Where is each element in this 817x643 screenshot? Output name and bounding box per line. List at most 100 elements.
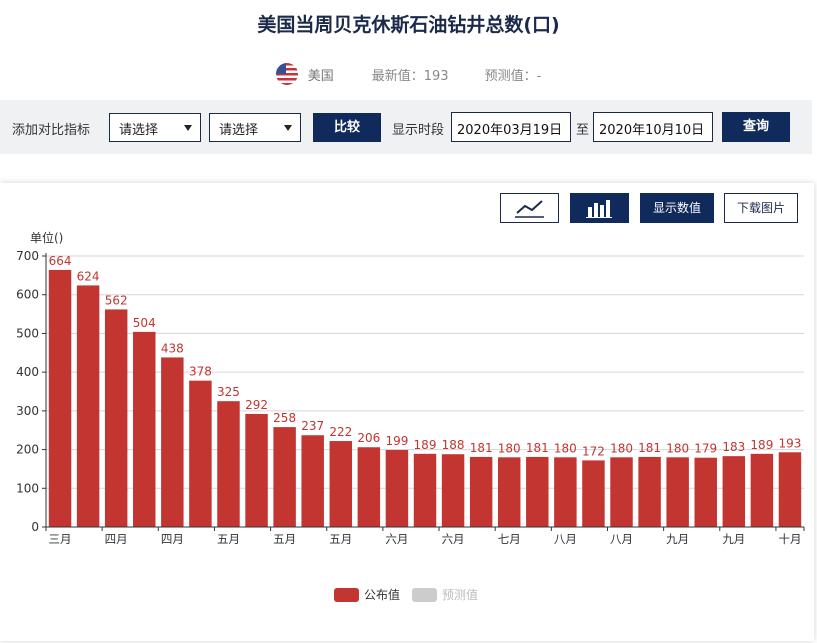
y-tick-label: 100 [16,481,39,495]
bar-value-label: 189 [750,438,773,452]
x-tick-label: 九月 [666,532,689,546]
query-button[interactable]: 查询 [722,112,790,142]
bar[interactable] [497,457,521,527]
bar[interactable] [610,457,633,527]
bar[interactable] [778,452,802,527]
indicator-select-2[interactable]: 请选择 [209,113,301,142]
y-axis-label: 单位() [30,230,63,245]
y-tick-label: 0 [31,520,39,534]
bar-value-label: 664 [49,254,72,268]
x-tick-label: 五月 [273,532,296,546]
bar[interactable] [161,357,184,527]
x-tick-label: 六月 [442,532,465,546]
bar-value-label: 438 [161,341,184,355]
download-image-button[interactable]: 下载图片 [724,193,798,223]
x-tick-label: 四月 [105,532,128,546]
compare-button[interactable]: 比较 [313,113,381,142]
x-tick-label: 四月 [161,532,184,546]
bar-value-label: 181 [638,441,661,455]
bar[interactable] [582,460,605,527]
bar[interactable] [273,427,296,527]
bar-value-label: 206 [357,431,380,445]
y-tick-label: 600 [16,288,39,302]
bar[interactable] [133,331,156,527]
bar-value-label: 292 [245,398,268,412]
line-chart-icon [515,200,544,218]
bar-value-label: 180 [610,441,633,455]
legend-label[interactable]: 预测值 [442,587,478,602]
bar-value-label: 378 [189,365,212,379]
start-date-input[interactable]: 2020年03月19日 [451,112,571,142]
to-label: 至 [576,123,590,138]
x-tick-label: 六月 [385,532,408,546]
x-tick-label: 十月 [778,532,801,546]
line-chart-button[interactable] [500,193,559,223]
bar-value-label: 179 [694,442,717,456]
meta-country: 美国 [307,68,334,84]
bar[interactable] [357,447,381,527]
end-date-input[interactable]: 2020年10月10日 [593,112,713,142]
x-tick-label: 八月 [610,532,633,546]
bar[interactable] [638,456,661,527]
bar[interactable] [329,441,353,527]
bar[interactable] [301,435,324,527]
bar-chart: 单位() 664 624 562 504 438 378 325 292 258 237 222 20… [16,230,805,602]
bar-value-label: 183 [722,440,745,454]
chart-panel: 显示数值 下载图片 单位() 664 624 562 504 438 378 325 292 2… [0,183,814,641]
bar[interactable] [469,456,493,527]
bar-value-label: 325 [217,385,240,399]
show-values-button[interactable]: 显示数值 [640,193,714,223]
compare-label: 添加对比指标 [12,123,91,138]
bar-value-label: 222 [329,425,352,439]
y-tick-label: 500 [16,326,39,340]
bar[interactable] [245,413,268,527]
indicator-select-1[interactable]: 请选择 [109,113,201,142]
bar[interactable] [554,457,577,527]
legend-swatch[interactable] [412,588,437,602]
forecast-value: - [536,68,542,84]
legend-label[interactable]: 公布值 [364,587,400,602]
bar-chart-icon [586,200,612,218]
bar[interactable] [385,449,409,527]
bar-value-label: 193 [779,436,802,450]
y-tick-label: 300 [16,404,39,418]
bar-value-label: 172 [582,444,605,458]
bar-value-label: 189 [414,438,437,452]
bar[interactable] [722,456,746,527]
bar-value-label: 199 [385,434,408,448]
legend-swatch[interactable] [334,588,359,602]
x-tick-label: 八月 [554,532,577,546]
meta-forecast: 预测值：- [484,68,542,84]
bar[interactable] [666,457,689,527]
bar-value-label: 180 [554,441,577,455]
bar-value-label: 180 [666,441,689,455]
bar-value-label: 504 [133,316,156,330]
dropdown-caret-icon [184,125,192,131]
page-title: 美国当周贝克休斯石油钻井总数(口) [257,14,560,36]
bar-chart-button[interactable] [570,193,629,223]
x-tick-label: 五月 [329,532,352,546]
bar-value-label: 181 [526,441,549,455]
bar-value-label: 181 [470,441,493,455]
y-tick-label: 400 [16,365,39,379]
bar[interactable] [750,453,774,527]
bar[interactable] [104,309,128,527]
us-flag-icon [275,63,298,85]
bar-value-label: 180 [498,441,521,455]
bar[interactable] [217,401,240,527]
x-tick-label: 三月 [49,532,72,546]
bar[interactable] [441,454,465,527]
filter-bar: 添加对比指标 请选择 请选择 比较 显示时段 2020年03月19日 至 202… [0,100,812,154]
y-tick-label: 200 [16,443,39,457]
bar[interactable] [694,457,717,527]
x-tick-label: 七月 [498,532,521,546]
bar[interactable] [526,456,549,527]
bar[interactable] [189,380,212,527]
bar-value-label: 258 [273,411,296,425]
bar[interactable] [76,285,100,527]
bar[interactable] [413,453,437,527]
bar[interactable] [48,269,72,527]
bar-value-label: 188 [442,438,465,452]
dropdown-caret-icon [284,125,292,131]
x-tick-label: 五月 [217,532,240,546]
